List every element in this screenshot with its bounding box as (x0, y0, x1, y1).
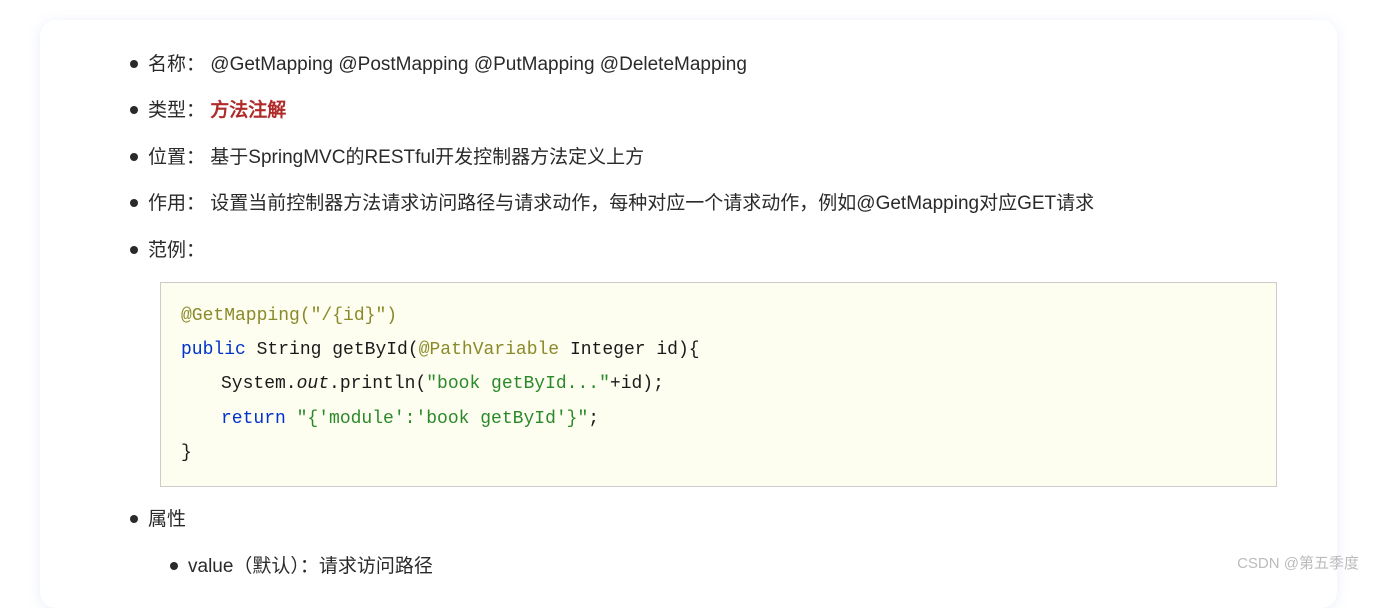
bullet-icon (130, 515, 138, 523)
code-block: @GetMapping("/{id}") public String getBy… (160, 282, 1277, 487)
tok-method-name: getById (332, 340, 408, 360)
location-label: 位置： (148, 147, 205, 168)
bullet-icon (130, 246, 138, 254)
item-name: 名称： @GetMapping @PostMapping @PutMapping… (130, 50, 1277, 80)
purpose-label: 作用： (148, 193, 205, 214)
code-line-5: } (181, 436, 1256, 470)
type-value: 方法注解 (210, 100, 286, 121)
item-purpose: 作用： 设置当前控制器方法请求访问路径与请求动作，每种对应一个请求动作，例如@G… (130, 189, 1277, 219)
tok-public: public (181, 340, 246, 360)
item-type: 类型： 方法注解 (130, 96, 1277, 126)
attribute-sub-value: value（默认）：请求访问路径 (188, 551, 433, 578)
bullet-icon (130, 60, 138, 68)
tok-close-brace: } (181, 443, 192, 463)
item-location: 位置： 基于SpringMVC的RESTful开发控制器方法定义上方 (130, 143, 1277, 173)
tok-integer: Integer (570, 340, 646, 360)
code-line-2: public String getById(@PathVariable Inte… (181, 333, 1256, 367)
watermark: CSDN @第五季度 (1237, 552, 1359, 573)
tok-system: System. (221, 374, 297, 394)
tok-param: id (656, 340, 678, 360)
tok-out: out (297, 374, 329, 394)
content-card: 名称： @GetMapping @PostMapping @PutMapping… (40, 20, 1337, 608)
type-label: 类型： (148, 100, 205, 121)
tok-close-sig: ){ (678, 340, 700, 360)
name-value: @GetMapping @PostMapping @PutMapping @De… (210, 54, 747, 75)
bullet-icon (130, 199, 138, 207)
bullet-icon (130, 153, 138, 161)
code-line-1: @GetMapping("/{id}") (181, 299, 1256, 333)
tok-semicolon: ; (588, 409, 599, 429)
location-value: 基于SpringMVC的RESTful开发控制器方法定义上方 (210, 147, 644, 168)
bullet-icon (130, 106, 138, 114)
attribute-label: 属性 (148, 505, 186, 535)
item-example: 范例： (130, 236, 1277, 266)
tok-open-paren: ( (408, 340, 419, 360)
tok-annotation: @GetMapping (181, 306, 300, 326)
tok-println-pre: .println( (329, 374, 426, 394)
tok-println-str: "book getById..." (426, 374, 610, 394)
tok-return-str: "{'module':'book getById'}" (297, 409, 589, 429)
tok-println-post: +id); (610, 374, 664, 394)
name-label: 名称： (148, 54, 205, 75)
code-line-3: System.out.println("book getById..."+id)… (181, 367, 1256, 401)
item-attribute-sub: value（默认）：请求访问路径 (170, 551, 1277, 578)
tok-pathvariable: @PathVariable (419, 340, 559, 360)
tok-return: return (221, 409, 286, 429)
purpose-value: 设置当前控制器方法请求访问路径与请求动作，每种对应一个请求动作，例如@GetMa… (210, 193, 1094, 214)
item-attribute: 属性 (130, 505, 1277, 535)
example-label: 范例： (148, 236, 205, 266)
code-line-4: return "{'module':'book getById'}"; (181, 402, 1256, 436)
tok-annotation-arg: ("/{id}") (300, 306, 397, 326)
bullet-icon (170, 562, 178, 570)
tok-string-type: String (257, 340, 322, 360)
